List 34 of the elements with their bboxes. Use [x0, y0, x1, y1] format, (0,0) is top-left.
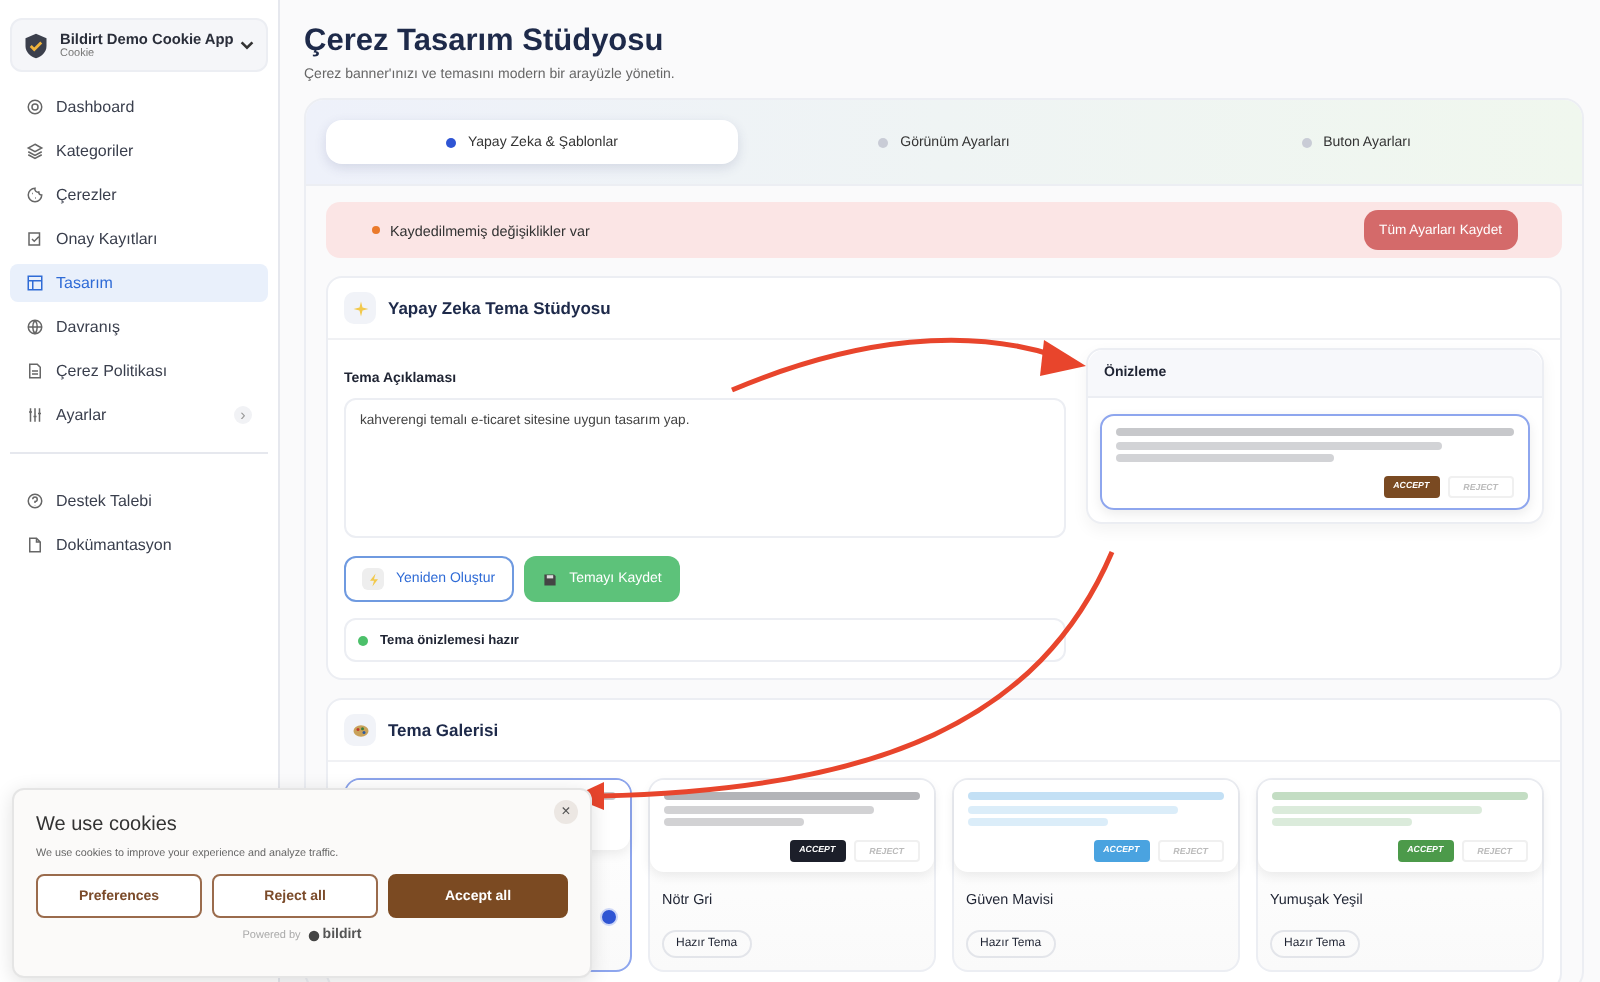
nav-item[interactable]: Onay Kayıtları: [10, 220, 268, 258]
status-dot: [372, 226, 380, 234]
card-title: Yapay Zeka Tema Stüdyosu: [388, 298, 611, 318]
card-title: Tema Galerisi: [388, 720, 499, 740]
shield-icon: [22, 31, 50, 59]
globe-icon: [26, 318, 44, 336]
cookie-icon: [26, 186, 44, 204]
layout-icon: [26, 274, 44, 292]
nav-item[interactable]: Dokümantasyon: [10, 526, 268, 564]
nav-item[interactable]: Davranış: [10, 308, 268, 346]
nav-item[interactable]: Tasarım: [10, 264, 268, 302]
status-dot: [358, 635, 368, 645]
palette-icon: [344, 714, 376, 746]
chevron-right-icon: ›: [234, 406, 252, 424]
page-title: Çerez Tasarım Stüdyosu: [304, 24, 666, 60]
doc-icon: [26, 362, 44, 380]
nav-item[interactable]: Destek Talebi: [10, 482, 268, 520]
nav-item[interactable]: Çerez Politikası: [10, 352, 268, 390]
cookie-title: We use cookies: [36, 814, 179, 836]
file-icon: [26, 536, 44, 554]
sliders-icon: [26, 406, 44, 424]
chevron-down-icon: [238, 36, 256, 54]
nav-item[interactable]: Dashboard: [10, 88, 268, 126]
check-icon: [26, 230, 44, 248]
nav-item[interactable]: Ayarlar ›: [10, 396, 268, 434]
gear-icon: [26, 98, 44, 116]
close-button[interactable]: ×: [554, 800, 578, 824]
selected-radio[interactable]: [600, 908, 618, 926]
lightning-icon: [362, 568, 384, 590]
help-icon: [26, 492, 44, 510]
sparkle-icon: [344, 292, 376, 324]
nav-item[interactable]: Kategoriler: [10, 132, 268, 170]
layers-icon: [26, 142, 44, 160]
nav-item[interactable]: Çerezler: [10, 176, 268, 214]
